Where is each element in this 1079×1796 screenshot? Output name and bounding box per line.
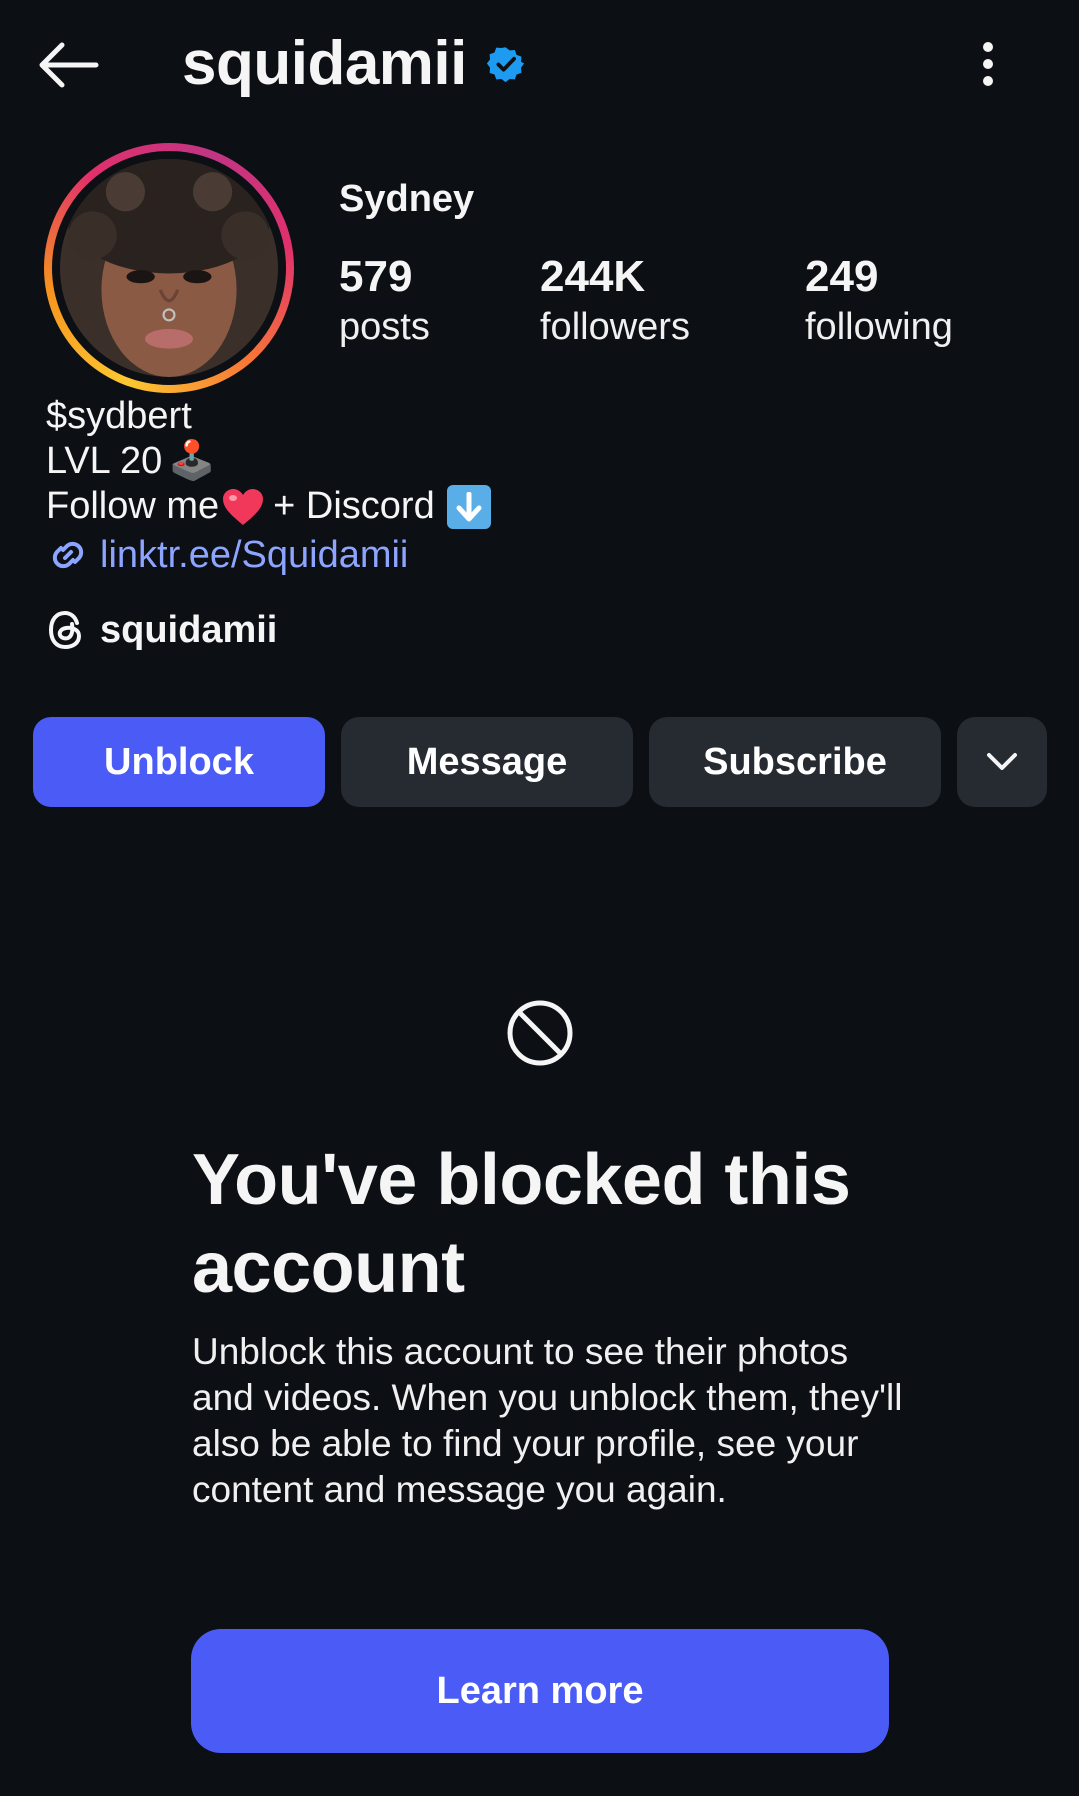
- posts-count: 579: [339, 252, 413, 301]
- avatar-photo: [60, 159, 278, 377]
- bio: $sydbert LVL 20 🕹️ Follow me + Discord: [46, 394, 491, 529]
- stat-followers[interactable]: 244K followers: [540, 252, 690, 352]
- bio-link[interactable]: linktr.ee/Squidamii: [46, 530, 408, 580]
- username-title: squidamii: [182, 29, 467, 98]
- bio-line-2: LVL 20 🕹️: [46, 439, 491, 484]
- joystick-emoji: 🕹️: [168, 440, 216, 482]
- posts-label: posts: [339, 306, 430, 348]
- back-button[interactable]: [30, 30, 106, 100]
- down-arrow-emoji: [446, 484, 491, 529]
- link-icon: [52, 541, 84, 569]
- following-label: following: [805, 306, 953, 348]
- bio-link-text: linktr.ee/Squidamii: [100, 534, 409, 576]
- following-count: 249: [805, 252, 879, 301]
- chevron-down-icon: [987, 753, 1017, 770]
- more-options-button[interactable]: [960, 36, 1016, 92]
- threads-badge[interactable]: squidamii: [46, 608, 277, 652]
- verified-badge-icon: [486, 47, 525, 83]
- unblock-button[interactable]: Unblock: [33, 717, 325, 807]
- profile-header-title: squidamii: [182, 26, 525, 102]
- message-button[interactable]: Message: [341, 717, 633, 807]
- blocked-title: You've blocked this account: [192, 1140, 851, 1308]
- followers-label: followers: [540, 306, 690, 348]
- more-vertical-icon: [983, 42, 993, 86]
- bio-text: LVL 20: [46, 440, 163, 482]
- avatar[interactable]: [44, 143, 294, 393]
- blocked-icon: [507, 1000, 573, 1066]
- stat-following[interactable]: 249 following: [805, 252, 953, 352]
- bio-line-3: Follow me + Discord: [46, 484, 491, 529]
- arrow-down-icon: [456, 491, 482, 521]
- blocked-description: Unblock this account to see their photos…: [192, 1331, 903, 1510]
- display-name: Sydney: [339, 178, 475, 220]
- bio-text: + Discord: [273, 485, 435, 527]
- bio-line-1: $sydbert: [46, 394, 491, 439]
- bio-text: Follow me: [46, 485, 220, 527]
- stat-posts[interactable]: 579 posts: [339, 252, 430, 352]
- followers-count: 244K: [540, 252, 646, 301]
- bio-text: $sydbert: [46, 395, 192, 437]
- learn-more-button[interactable]: Learn more: [191, 1629, 889, 1753]
- subscribe-button[interactable]: Subscribe: [649, 717, 941, 807]
- threads-handle: squidamii: [100, 608, 278, 651]
- threads-icon: [48, 610, 82, 650]
- heart-icon: [223, 488, 264, 525]
- suggested-accounts-button[interactable]: [957, 717, 1047, 807]
- arrow-left-icon: [39, 42, 99, 88]
